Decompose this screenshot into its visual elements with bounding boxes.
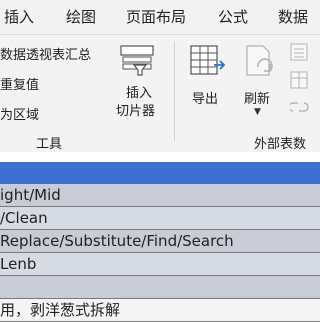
table-row[interactable] <box>0 276 320 299</box>
insert-slicer-button[interactable]: 插入 切片器 <box>112 41 166 123</box>
tab-page-layout[interactable]: 页面布局 <box>126 6 186 27</box>
convert-to-range-button[interactable]: 为区域 <box>0 104 39 123</box>
table-export-icon <box>190 45 228 81</box>
tab-draw[interactable]: 绘图 <box>66 6 96 27</box>
duplicate-values-button[interactable]: 重复值 <box>0 74 39 93</box>
table-row[interactable]: 用，剥洋葱式拆解 <box>0 299 320 322</box>
tools-group-label: 工具 <box>36 137 63 152</box>
ribbon-tab-bar: 插入 绘图 页面布局 公式 数据 <box>0 0 320 35</box>
slicer-label-line1: 插入 <box>126 86 153 101</box>
properties-icon[interactable] <box>290 43 312 65</box>
export-label: 导出 <box>192 92 219 107</box>
ribbon: 数据透视表汇总 重复值 为区域 插入 切片器 导出 刷新 ▼ 工具 外部表数 <box>0 35 320 152</box>
unlink-icon[interactable] <box>288 99 312 121</box>
table-row[interactable]: Replace/Substitute/Find/Search <box>0 230 320 253</box>
table-row[interactable]: /Clean <box>0 207 320 230</box>
tab-insert[interactable]: 插入 <box>4 6 34 27</box>
external-data-group-label: 外部表数 <box>254 137 307 152</box>
header-row-band <box>0 162 320 184</box>
tab-data[interactable]: 数据 <box>278 6 308 27</box>
row-text: Lenb <box>0 255 37 273</box>
row-text: Replace/Substitute/Find/Search <box>0 232 234 250</box>
row-text: 用，剥洋葱式拆解 <box>0 301 121 319</box>
sheet-top-strip <box>0 152 320 162</box>
slicer-label-line2: 切片器 <box>116 104 156 119</box>
link-table-icon[interactable] <box>290 71 312 93</box>
refresh-doc-icon <box>244 45 278 83</box>
slicer-icon <box>120 45 154 81</box>
row-text: /Clean <box>0 209 48 227</box>
group-divider <box>174 41 175 141</box>
export-button[interactable]: 导出 <box>186 41 230 123</box>
pivot-summary-button[interactable]: 数据透视表汇总 <box>0 44 91 63</box>
refresh-label: 刷新 <box>244 92 271 107</box>
table-row[interactable]: ight/Mid <box>0 184 320 207</box>
refresh-button[interactable]: 刷新 ▼ <box>238 41 284 123</box>
row-text: ight/Mid <box>0 186 61 204</box>
chevron-down-icon[interactable]: ▼ <box>254 107 261 117</box>
table-row[interactable]: Lenb <box>0 253 320 276</box>
tab-formulas[interactable]: 公式 <box>218 6 248 27</box>
